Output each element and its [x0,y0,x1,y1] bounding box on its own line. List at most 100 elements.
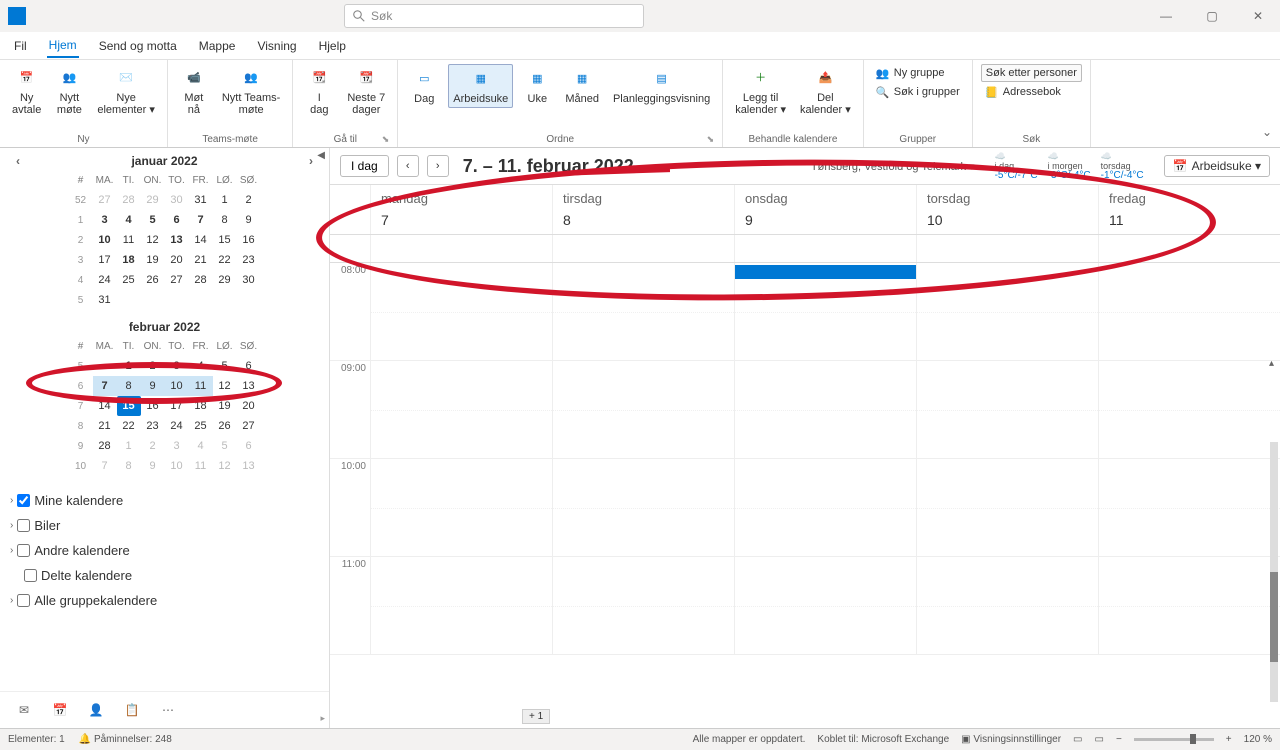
tab-hjem[interactable]: Hjem [47,34,79,58]
minical-day[interactable]: 14 [93,396,117,416]
new-items-button[interactable]: ✉️Nye elementer ▾ [93,64,159,118]
minical-day[interactable]: 11 [189,456,213,476]
minical-day[interactable]: 27 [93,190,117,210]
new-group-button[interactable]: 👥Ny gruppe [872,64,964,82]
time-cell[interactable] [734,459,916,556]
view-month-button[interactable]: ▦Måned [561,65,603,107]
minical-day[interactable]: 1 [117,356,141,376]
nav-mail-icon[interactable]: ✉ [14,700,34,720]
time-cell[interactable] [734,557,916,654]
minical-day[interactable]: 12 [213,376,237,396]
time-cell[interactable] [552,361,734,458]
minical-day[interactable]: 26 [213,416,237,436]
minical-day[interactable]: 8 [117,456,141,476]
minical-day[interactable]: 16 [237,230,261,250]
day-header[interactable]: onsdag9 [734,185,916,234]
minical-day[interactable]: 9 [237,210,261,230]
minical-day[interactable]: 3 [93,210,117,230]
view-week-button[interactable]: ▦Uke [519,65,555,107]
minical-day[interactable]: 29 [141,190,165,210]
day-header[interactable]: torsdag10 [916,185,1098,234]
window-minimize[interactable]: — [1152,9,1180,23]
minical-day[interactable]: 21 [93,416,117,436]
goto-dialog-launcher[interactable]: ⬊ [382,134,390,145]
add-calendar-button[interactable]: ＋Legg til kalender ▾ [731,64,790,118]
view-schedule-button[interactable]: ▤Planleggingsvisning [609,65,714,107]
time-cell[interactable] [734,263,916,360]
time-cell[interactable] [916,459,1098,556]
allday-cell[interactable] [1098,235,1280,262]
search-people-input[interactable]: Søk etter personer [981,64,1082,82]
day-header[interactable]: fredag11 [1098,185,1280,234]
next-7-days-button[interactable]: 📆Neste 7 dager [343,64,389,118]
minical-day[interactable]: 12 [213,456,237,476]
day-header[interactable]: tirsdag8 [552,185,734,234]
tab-send-motta[interactable]: Send og motta [97,35,179,57]
minical-day[interactable]: 8 [213,210,237,230]
scrollbar[interactable] [1270,442,1278,702]
minical-next[interactable]: › [309,154,313,168]
ribbon-collapse-button[interactable]: ⌄ [1254,117,1280,147]
time-cell[interactable] [1098,459,1280,556]
minical-day[interactable]: 2 [141,356,165,376]
minical-day[interactable]: 5 [213,356,237,376]
time-cell[interactable] [370,361,552,458]
minical-day[interactable]: 8 [117,376,141,396]
nav-people-icon[interactable]: 👤 [86,700,106,720]
view-day-button[interactable]: ▭Dag [406,65,442,107]
minical-day[interactable]: 21 [189,250,213,270]
minical-day[interactable]: 13 [237,456,261,476]
view-reading-icon[interactable]: ▭ [1095,734,1104,745]
minical-day[interactable]: 26 [141,270,165,290]
minical-day[interactable]: 31 [189,190,213,210]
minical-day[interactable]: 9 [141,376,165,396]
nav-more-icon[interactable]: ⋯ [158,700,178,720]
minical-day[interactable]: 6 [237,356,261,376]
calendar-group-checkbox[interactable] [17,494,30,507]
time-cell[interactable] [916,557,1098,654]
meet-now-button[interactable]: 📹Møt nå [176,64,212,118]
zoom-slider[interactable] [1134,738,1214,741]
calendar-group-item[interactable]: Delte kalendere [10,563,319,588]
minical-day[interactable]: 6 [237,436,261,456]
minical-day[interactable]: 5 [213,436,237,456]
minical-day[interactable]: 20 [237,396,261,416]
calendar-group-item[interactable]: ›Andre kalendere [10,538,319,563]
minical-day[interactable]: 27 [237,416,261,436]
tab-fil[interactable]: Fil [12,35,29,57]
tab-visning[interactable]: Visning [255,35,298,57]
minical-day[interactable]: 23 [141,416,165,436]
minical-day[interactable]: 20 [165,250,189,270]
minical-day[interactable]: 24 [93,270,117,290]
time-cell[interactable] [916,361,1098,458]
minical-day[interactable]: 2 [141,436,165,456]
more-events-indicator[interactable]: + 1 [522,709,550,724]
minical-day[interactable]: 11 [189,376,213,396]
time-cell[interactable] [552,557,734,654]
minical-day[interactable]: 7 [93,376,117,396]
minical-day[interactable]: 10 [165,376,189,396]
global-search-input[interactable]: Søk [344,4,644,28]
calendar-event[interactable] [735,265,916,279]
zoom-in-button[interactable]: + [1226,734,1232,745]
view-settings-button[interactable]: ▣ Visningsinnstillinger [961,734,1061,745]
minical-day[interactable]: 19 [141,250,165,270]
minical-day[interactable]: 1 [117,436,141,456]
minical-day[interactable]: 11 [117,230,141,250]
scroll-up-button[interactable]: ▴ [1269,358,1274,369]
minical-day[interactable]: 25 [189,416,213,436]
weather-day[interactable]: ☁️ i dag-5°C/-7°C [995,151,1038,181]
next-week-button[interactable]: › [427,155,449,177]
search-groups-button[interactable]: 🔍Søk i grupper [872,83,964,101]
zoom-out-button[interactable]: − [1116,734,1122,745]
window-close[interactable]: ✕ [1244,9,1272,23]
minical-day[interactable]: 2 [237,190,261,210]
minical-day[interactable]: 27 [165,270,189,290]
minical-day[interactable]: 24 [165,416,189,436]
minical-day[interactable]: 23 [237,250,261,270]
minical-day[interactable]: 6 [165,210,189,230]
weather-location[interactable]: Tønsberg, Vestfold og Telemark ▾ [811,160,975,173]
minical-day[interactable]: 4 [189,436,213,456]
minical-day[interactable]: 30 [237,270,261,290]
minical-day[interactable]: 15 [213,230,237,250]
